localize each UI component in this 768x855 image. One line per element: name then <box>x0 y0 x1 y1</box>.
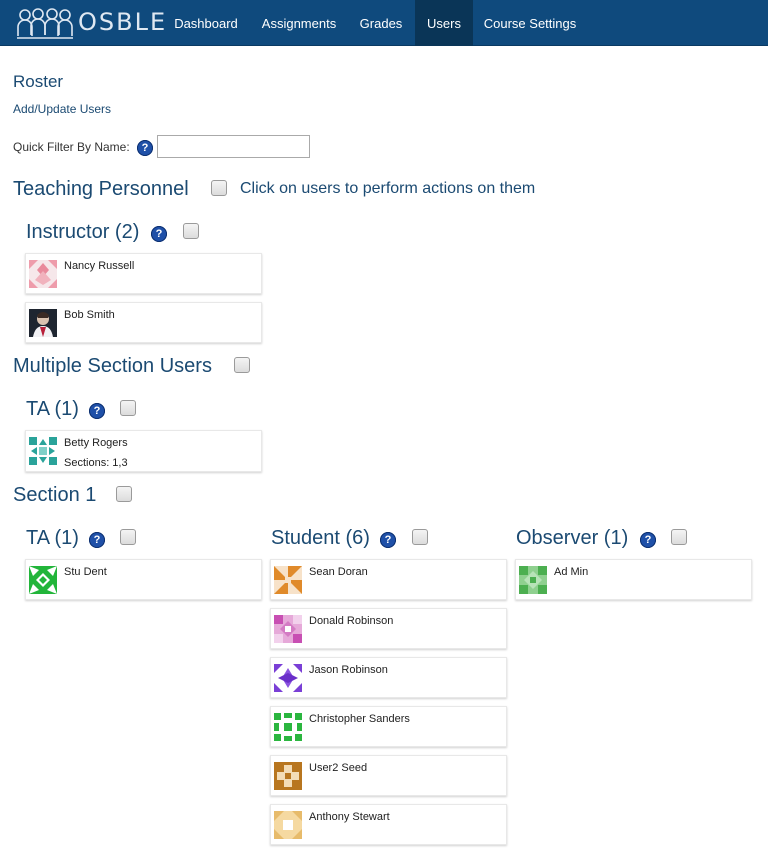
help-icon[interactable]: ? <box>380 532 396 548</box>
help-icon[interactable]: ? <box>640 532 656 548</box>
top-navbar: OSBLE Dashboard Assignments Grades Users… <box>0 0 768 46</box>
tan-quilt-icon <box>274 811 302 839</box>
add-update-users-link[interactable]: Add/Update Users <box>13 102 111 116</box>
user-card-christopher-sanders[interactable]: Christopher Sanders <box>270 706 507 747</box>
pink-quilt-icon <box>29 260 57 288</box>
multiple-section-users-heading: Multiple Section Users <box>13 355 212 377</box>
nav-course-settings[interactable]: Course Settings <box>476 0 584 46</box>
user-card-jason-robinson[interactable]: Jason Robinson <box>270 657 507 698</box>
user-card-anthony-stewart[interactable]: Anthony Stewart <box>270 804 507 845</box>
purple-quilt-icon <box>274 664 302 692</box>
nav-grades[interactable]: Grades <box>350 0 412 46</box>
teaching-personnel-checkbox[interactable] <box>211 180 227 196</box>
user-name: Donald Robinson <box>309 615 394 627</box>
user-name: Stu Dent <box>64 566 107 578</box>
user-card-stu-dent[interactable]: Stu Dent <box>25 559 262 600</box>
help-icon[interactable]: ? <box>137 140 153 156</box>
user-card-betty-rogers[interactable]: Betty Rogers Sections: 1,3 <box>25 430 262 472</box>
multi-ta-checkbox[interactable] <box>120 400 136 416</box>
nav-dashboard[interactable]: Dashboard <box>164 0 248 46</box>
help-icon[interactable]: ? <box>89 403 105 419</box>
orange-quilt-icon <box>274 566 302 594</box>
osble-logo[interactable]: OSBLE <box>16 5 165 41</box>
photo-icon <box>29 309 57 337</box>
brown-quilt-icon <box>274 762 302 790</box>
page-title: Roster <box>13 72 64 91</box>
observer-checkbox[interactable] <box>671 529 687 545</box>
teaching-personnel-heading: Teaching Personnel <box>13 178 189 200</box>
user-name: Betty Rogers <box>64 437 128 449</box>
people-logo-icon <box>17 8 73 39</box>
help-icon[interactable]: ? <box>151 226 167 242</box>
user-name: Ad Min <box>554 566 589 578</box>
instructor-checkbox[interactable] <box>183 223 199 239</box>
green-quilt-icon <box>274 713 302 741</box>
nav-users[interactable]: Users <box>415 0 473 46</box>
user-name: Christopher Sanders <box>309 713 410 725</box>
magenta-quilt-icon <box>274 615 302 643</box>
section-1-checkbox[interactable] <box>116 486 132 502</box>
user-card-donald-robinson[interactable]: Donald Robinson <box>270 608 507 649</box>
teal-quilt-icon <box>29 437 57 465</box>
instructor-heading: Instructor (2) <box>26 221 140 243</box>
multiple-section-users-checkbox[interactable] <box>234 357 250 373</box>
student-checkbox[interactable] <box>412 529 428 545</box>
user-card-nancy-russell[interactable]: Nancy Russell <box>25 253 262 294</box>
user-card-user2-seed[interactable]: User2 Seed <box>270 755 507 796</box>
user-card-ad-min[interactable]: Ad Min <box>515 559 752 600</box>
section-ta-checkbox[interactable] <box>120 529 136 545</box>
nav-assignments[interactable]: Assignments <box>252 0 346 46</box>
actions-hint: Click on users to perform actions on the… <box>240 180 536 197</box>
help-icon[interactable]: ? <box>89 532 105 548</box>
user-name: Nancy Russell <box>64 260 135 272</box>
user-card-sean-doran[interactable]: Sean Doran <box>270 559 507 600</box>
user-name: Anthony Stewart <box>309 811 390 823</box>
student-heading: Student (6) <box>271 527 370 549</box>
user-sections: Sections: 1,3 <box>64 457 128 469</box>
user-card-bob-smith[interactable]: Bob Smith <box>25 302 262 343</box>
multi-ta-heading: TA (1) <box>26 398 79 420</box>
quick-filter-label: Quick Filter By Name: <box>13 140 130 154</box>
user-name: User2 Seed <box>309 762 368 774</box>
section-1-heading: Section 1 <box>13 484 97 506</box>
lightgreen-quilt-icon <box>519 566 547 594</box>
section-ta-heading: TA (1) <box>26 527 79 549</box>
logo-text: OSBLE <box>78 8 168 36</box>
observer-heading: Observer (1) <box>516 527 629 549</box>
user-name: Jason Robinson <box>309 664 388 676</box>
quick-filter-input[interactable] <box>157 135 310 158</box>
green-quilt-icon <box>29 566 57 594</box>
user-name: Sean Doran <box>309 566 368 578</box>
user-name: Bob Smith <box>64 309 115 321</box>
